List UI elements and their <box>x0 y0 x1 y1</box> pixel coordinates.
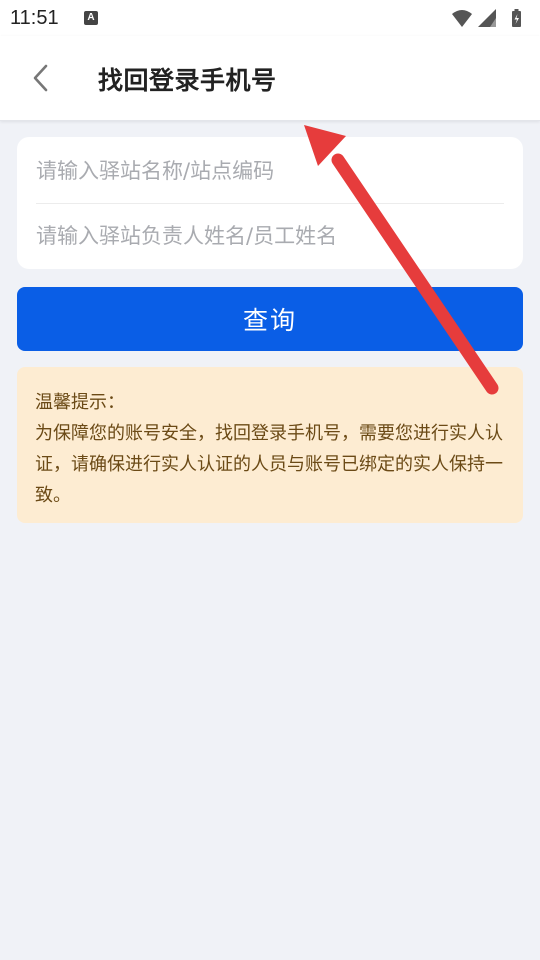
status-icons <box>450 8 530 28</box>
chevron-left-icon <box>33 64 48 92</box>
signal-icon <box>478 9 496 27</box>
tips-title: 温馨提示： <box>35 392 125 413</box>
station-name-input[interactable] <box>36 139 504 203</box>
search-form-card <box>17 137 523 269</box>
battery-icon <box>512 9 521 27</box>
status-bar: 11:51 A <box>0 0 540 36</box>
status-time: 11:51 <box>10 7 59 29</box>
tips-body: 为保障您的账号安全，找回登录手机号，需要您进行实人认证，请确保进行实人认证的人员… <box>35 423 503 506</box>
responsible-person-input[interactable] <box>36 204 504 268</box>
wifi-icon <box>452 10 472 27</box>
query-button[interactable]: 查询 <box>17 287 523 351</box>
notification-a-icon: A <box>84 11 98 25</box>
back-button[interactable] <box>22 58 62 98</box>
app-header: 找回登录手机号 <box>0 36 540 121</box>
tips-box: 温馨提示： 为保障您的账号安全，找回登录手机号，需要您进行实人认证，请确保进行实… <box>17 367 523 523</box>
page-title: 找回登录手机号 <box>98 66 277 95</box>
